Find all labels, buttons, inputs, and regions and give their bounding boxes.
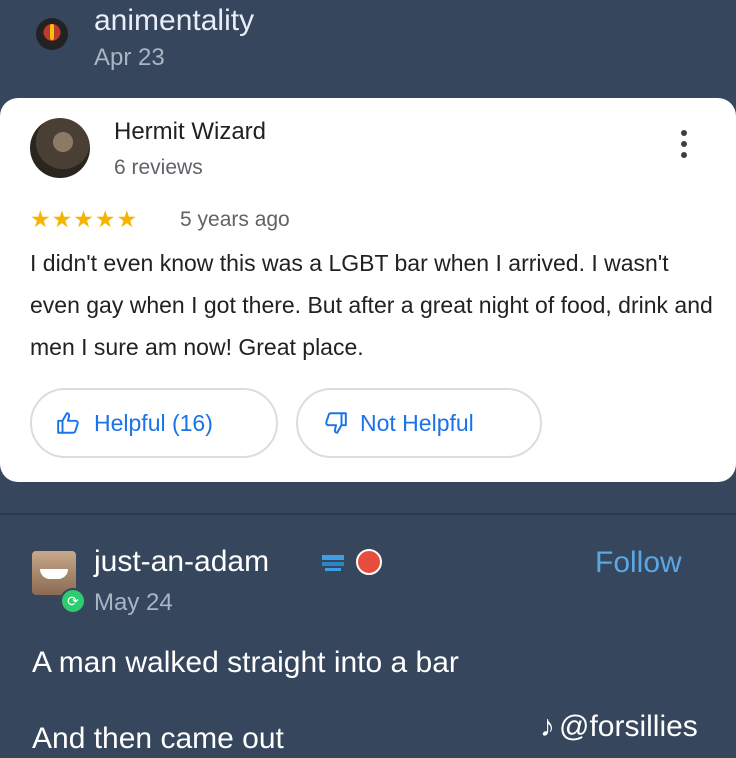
post1-date[interactable]: Apr 23 bbox=[94, 44, 165, 72]
post2-date[interactable]: May 24 bbox=[94, 589, 173, 617]
reviewer-count: 6 reviews bbox=[114, 156, 203, 179]
reviewer-avatar[interactable] bbox=[30, 118, 90, 178]
badge-icon bbox=[322, 555, 344, 571]
tiktok-icon: ♪ bbox=[540, 710, 555, 743]
badge-icon bbox=[356, 549, 382, 575]
thumbs-down-icon bbox=[325, 412, 347, 434]
follow-button[interactable]: Follow bbox=[595, 546, 682, 580]
watermark-handle: @forsillies bbox=[559, 710, 698, 743]
review-card: Hermit Wizard 6 reviews ★★★★★ 5 years ag… bbox=[0, 98, 736, 482]
post-text-line: And then came out bbox=[32, 722, 284, 755]
reviewer-name[interactable]: Hermit Wizard bbox=[114, 118, 266, 146]
thumbs-up-icon bbox=[57, 412, 79, 434]
helpful-label: Helpful (16) bbox=[94, 409, 213, 436]
post1-header: animentality Apr 23 bbox=[0, 0, 736, 96]
divider bbox=[0, 513, 736, 515]
avatar[interactable] bbox=[36, 18, 68, 50]
post2-username[interactable]: just-an-adam bbox=[94, 545, 269, 579]
post1-username[interactable]: animentality bbox=[94, 4, 254, 38]
not-helpful-label: Not Helpful bbox=[360, 409, 474, 436]
post-text-line: A man walked straight into a bar bbox=[32, 646, 459, 679]
watermark: ♪ @forsillies bbox=[540, 710, 698, 744]
rating-stars: ★★★★★ bbox=[30, 206, 139, 232]
review-text: I didn't even know this was a LGBT bar w… bbox=[30, 250, 713, 360]
more-options-icon[interactable] bbox=[672, 130, 696, 170]
helpful-button[interactable]: Helpful (16) bbox=[30, 388, 278, 458]
review-time: 5 years ago bbox=[180, 208, 290, 231]
not-helpful-button[interactable]: Not Helpful bbox=[296, 388, 542, 458]
reblog-icon: ⟳ bbox=[60, 588, 86, 614]
